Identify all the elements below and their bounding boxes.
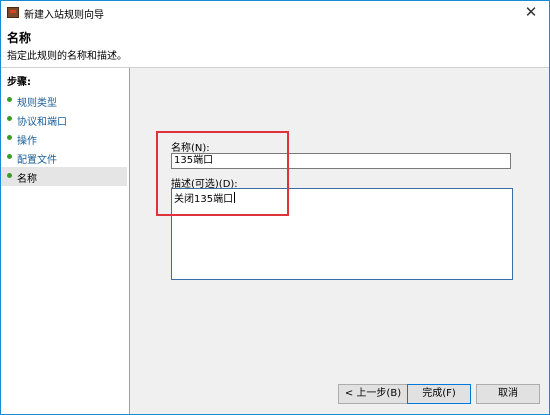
text-caret	[234, 192, 236, 203]
step-bullet-icon	[7, 154, 12, 159]
page-title: 名称	[7, 31, 32, 45]
close-button[interactable]: ✕	[513, 1, 549, 25]
step-bullet-icon	[7, 97, 12, 102]
step-label: 名称	[17, 174, 37, 185]
name-input[interactable]: 135端口	[171, 153, 511, 169]
step-profile[interactable]: 配置文件	[1, 148, 127, 167]
step-label: 操作	[17, 136, 37, 147]
step-label: 配置文件	[17, 155, 57, 166]
step-protocol-port[interactable]: 协议和端口	[1, 110, 127, 129]
step-label: 规则类型	[17, 98, 57, 109]
steps-heading: 步骤:	[7, 77, 31, 88]
step-name[interactable]: 名称	[1, 167, 127, 186]
step-bullet-icon	[7, 116, 12, 121]
name-label: 名称(N):	[171, 143, 210, 154]
page-header: 名称 指定此规则的名称和描述。	[1, 25, 549, 68]
step-bullet-icon	[7, 173, 12, 178]
step-label: 协议和端口	[17, 117, 67, 128]
finish-button[interactable]: 完成(F)	[407, 384, 471, 404]
page-description: 指定此规则的名称和描述。	[7, 51, 127, 62]
window-title: 新建入站规则向导	[24, 10, 104, 21]
steps-sidebar: 步骤: 规则类型 协议和端口 操作 配置文件 名称	[1, 68, 129, 414]
cancel-button[interactable]: 取消	[476, 384, 540, 404]
description-text: 关闭135端口	[174, 194, 234, 205]
step-action[interactable]: 操作	[1, 129, 127, 148]
description-textarea[interactable]: 关闭135端口	[171, 188, 513, 280]
wizard-window: 新建入站规则向导 ✕ 名称 指定此规则的名称和描述。 步骤: 规则类型 协议和端…	[0, 0, 550, 415]
back-button[interactable]: < 上一步(B)	[338, 384, 408, 404]
step-rule-type[interactable]: 规则类型	[1, 91, 127, 110]
title-bar: 新建入站规则向导 ✕	[1, 1, 549, 25]
firewall-app-icon	[7, 7, 19, 18]
step-bullet-icon	[7, 135, 12, 140]
